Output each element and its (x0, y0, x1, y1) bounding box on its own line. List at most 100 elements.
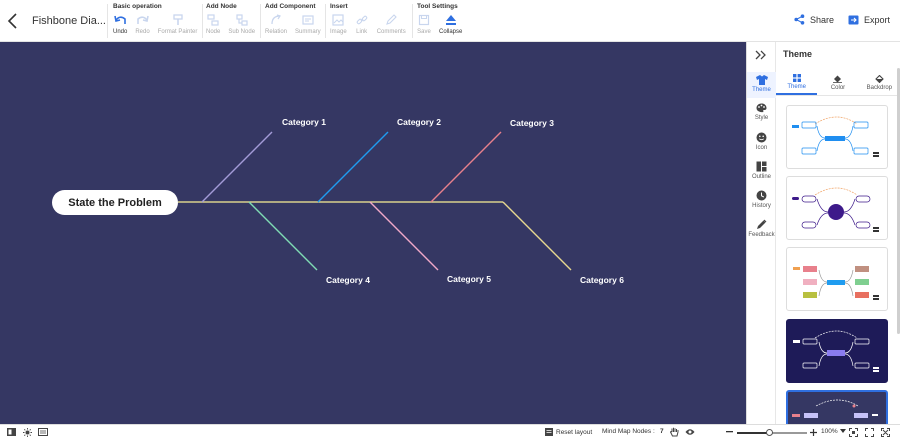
group-basic-operation: Basic operation Undo Redo Format Painter (113, 3, 197, 35)
panel-title: Theme (783, 49, 813, 59)
rail-item-theme[interactable]: Theme (747, 72, 776, 98)
fullscreen-icon[interactable] (881, 428, 890, 437)
collapse-button[interactable]: Collapse (439, 13, 462, 35)
link-button[interactable]: Link (355, 13, 369, 35)
eye-icon[interactable] (685, 428, 695, 436)
hand-pan-icon[interactable] (670, 427, 679, 437)
theme-card-4[interactable] (786, 319, 888, 383)
toolbar-divider (412, 4, 413, 38)
rail-label: Theme (752, 87, 771, 93)
tab-label: Backdrop (866, 84, 892, 91)
top-toolbar: Fishbone Dia... Basic operation Undo Red… (0, 0, 900, 42)
theme-preview-5 (792, 399, 878, 418)
sun-theme-icon[interactable] (23, 428, 32, 437)
group-tool-settings: Tool Settings Save Collapse (417, 3, 462, 35)
theme-preview-2 (792, 187, 879, 232)
palette-icon (756, 103, 767, 113)
zoom-in-icon[interactable] (810, 429, 817, 436)
node-button[interactable]: Node (206, 13, 220, 35)
redo-label: Redo (135, 29, 150, 35)
undo-button[interactable]: Undo (113, 13, 127, 35)
save-button[interactable]: Save (417, 13, 431, 35)
keyboard-icon[interactable] (38, 428, 48, 436)
document-title[interactable]: Fishbone Dia... (32, 15, 106, 27)
rail-label: Feedback (748, 232, 775, 238)
format-painter-label: Format Painter (157, 29, 198, 35)
sub-node-button[interactable]: Sub Node (228, 13, 255, 35)
rail-item-icon[interactable]: Icon (747, 132, 776, 151)
theme-card-5[interactable] (786, 390, 888, 424)
sub-node-icon (235, 13, 249, 27)
rail-label: History (752, 203, 771, 209)
group-add-component: Add Component Relation Summary (265, 3, 321, 35)
zoom-slider[interactable] (737, 429, 807, 436)
comments-icon (384, 13, 398, 27)
summary-label: Summary (295, 29, 321, 35)
category-node-2[interactable]: Category 2 (397, 117, 441, 127)
export-button[interactable]: Export (848, 14, 890, 25)
tab-color[interactable]: Color (817, 70, 858, 95)
category-node-5[interactable]: Category 5 (447, 274, 491, 284)
theme-card-2[interactable] (786, 176, 888, 240)
zoom-slider-knob[interactable] (765, 429, 773, 436)
head-node-state-the-problem[interactable]: State the Problem (52, 190, 178, 215)
rail-label: Style (754, 115, 769, 121)
fit-screen-icon[interactable] (849, 428, 858, 437)
center-view-icon[interactable] (865, 428, 874, 437)
rail-label: Outline (751, 174, 771, 180)
category-node-4[interactable]: Category 4 (326, 275, 370, 285)
panel-tabs: Theme Color Backdrop (776, 70, 900, 96)
undo-label: Undo (113, 29, 128, 35)
collapse-icon (444, 13, 458, 27)
theme-preview-3 (793, 266, 879, 300)
export-label: Export (863, 14, 890, 25)
category-node-6[interactable]: Category 6 (580, 275, 624, 285)
tab-theme[interactable]: Theme (776, 70, 818, 95)
reset-layout-label: Reset layout (556, 428, 593, 436)
smiley-icon (756, 132, 767, 143)
theme-panel: Theme Theme Color Backdrop (776, 42, 900, 424)
collapse-panel-icon[interactable] (755, 50, 767, 60)
rail-item-feedback[interactable]: Feedback (747, 219, 776, 238)
image-button[interactable]: Image (330, 13, 347, 35)
theme-preview-4 (793, 330, 879, 372)
comments-label: Comments (376, 29, 406, 35)
bone-category-1 (201, 131, 273, 203)
category-node-3[interactable]: Category 3 (510, 118, 554, 128)
bottom-status-bar: Reset layout Mind Map Nodes : 7 100% (0, 424, 900, 439)
share-icon (794, 14, 805, 25)
relation-button[interactable]: Relation (265, 13, 287, 35)
rail-item-outline[interactable]: Outline (747, 161, 776, 180)
fishbone-diagram (178, 131, 572, 271)
back-arrow-icon[interactable] (6, 12, 20, 30)
share-button[interactable]: Share (794, 14, 834, 25)
summary-button[interactable]: Summary (295, 13, 321, 35)
undo-icon (113, 13, 127, 27)
rail-label: Icon (755, 145, 768, 151)
theme-preview-1 (792, 116, 879, 157)
mind-map-canvas[interactable]: State the Problem Category 1 Category 2 … (0, 42, 746, 424)
rail-item-history[interactable]: History (747, 190, 776, 209)
outline-view-icon[interactable] (7, 428, 16, 436)
comments-button[interactable]: Comments (377, 13, 406, 35)
redo-button[interactable]: Redo (135, 13, 150, 35)
side-icon-rail: Theme Style Icon Outline History Feedbac… (746, 42, 776, 424)
group-label: Add Component (265, 3, 316, 10)
format-painter-button[interactable]: Format Painter (157, 13, 198, 35)
category-node-1[interactable]: Category 1 (282, 117, 326, 127)
reset-layout-button[interactable]: Reset layout (545, 428, 592, 436)
rail-item-style[interactable]: Style (747, 103, 776, 121)
grid-icon (792, 73, 801, 82)
zoom-dropdown-icon[interactable] (840, 429, 846, 433)
zoom-level[interactable]: 100% (821, 428, 838, 435)
group-label: Basic operation (113, 3, 162, 10)
top-right-actions: Share Export (780, 14, 890, 25)
theme-card-1[interactable] (786, 105, 888, 169)
group-label: Tool Settings (417, 3, 458, 10)
group-label: Add Node (206, 3, 237, 10)
node-icon (206, 13, 220, 27)
bone-category-3 (430, 131, 502, 203)
zoom-out-icon[interactable] (726, 431, 733, 433)
tab-backdrop[interactable]: Backdrop (859, 70, 900, 95)
theme-card-3[interactable] (786, 247, 888, 311)
